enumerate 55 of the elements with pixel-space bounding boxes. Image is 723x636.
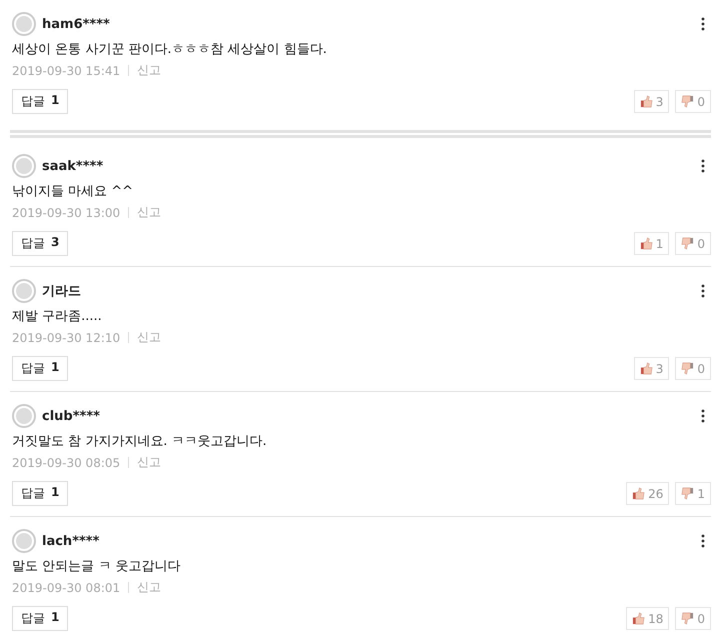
report-link[interactable]: 신고 xyxy=(137,329,162,346)
more-icon[interactable] xyxy=(701,284,705,298)
username: 기라드 xyxy=(42,283,81,300)
comment-text: 세상이 온통 사기꾼 판이다.ㅎㅎㅎ참 세상살이 힘들다. xyxy=(12,41,328,58)
comment-text: 말도 안되는글 ㅋ 웃고갑니다 xyxy=(12,558,182,575)
thumbs-down-icon xyxy=(681,612,694,625)
username: ham6**** xyxy=(42,16,110,32)
comment-date: 2019-09-30 12:10 xyxy=(12,330,120,344)
username: club**** xyxy=(42,408,100,424)
like-button[interactable]: 18 xyxy=(626,607,670,630)
comment-text: 낚이지들 마세요 ^^ xyxy=(12,183,134,200)
thumbs-down-icon xyxy=(681,95,694,108)
thumbs-down-icon xyxy=(681,237,694,250)
like-button[interactable]: 26 xyxy=(626,482,670,505)
dislike-button[interactable]: 0 xyxy=(675,232,711,255)
reply-button[interactable]: 답글 1 xyxy=(12,481,68,506)
avatar-icon xyxy=(12,279,36,303)
comment-text: 거짓말도 참 가지가지네요. ㅋㅋ웃고갑니다. xyxy=(12,433,268,450)
thumbs-up-icon xyxy=(632,487,646,500)
comment-date: 2019-09-30 13:00 xyxy=(12,206,120,220)
more-icon[interactable] xyxy=(701,534,705,548)
like-button[interactable]: 3 xyxy=(634,90,670,113)
avatar-icon xyxy=(12,404,36,428)
comment-date: 2019-09-30 08:01 xyxy=(12,580,120,594)
more-icon[interactable] xyxy=(701,17,705,31)
avatar-icon xyxy=(12,12,36,36)
comment-date: 2019-09-30 15:41 xyxy=(12,64,120,78)
reply-button[interactable]: 답글 1 xyxy=(12,356,68,381)
comment-date: 2019-09-30 08:05 xyxy=(12,456,120,470)
more-icon[interactable] xyxy=(701,409,705,423)
thumbs-down-icon xyxy=(681,362,694,375)
report-link[interactable]: 신고 xyxy=(137,454,162,471)
dislike-button[interactable]: 1 xyxy=(675,482,711,505)
comment-text: 제발 구라좀..... xyxy=(12,308,103,325)
reply-button[interactable]: 답글 3 xyxy=(12,231,68,256)
avatar-icon xyxy=(12,154,36,178)
thumbs-down-icon xyxy=(681,487,694,500)
report-link[interactable]: 신고 xyxy=(137,204,162,221)
thumbs-up-icon xyxy=(640,362,653,375)
report-link[interactable]: 신고 xyxy=(137,579,162,596)
username: lach**** xyxy=(42,534,100,548)
reply-button[interactable]: 답글 1 xyxy=(12,89,68,114)
dislike-button[interactable]: 0 xyxy=(675,607,711,630)
like-button[interactable]: 3 xyxy=(634,357,670,380)
username: saak**** xyxy=(42,158,104,174)
more-icon[interactable] xyxy=(701,159,705,173)
thumbs-up-icon xyxy=(640,237,653,250)
dislike-button[interactable]: 0 xyxy=(675,357,711,380)
like-button[interactable]: 1 xyxy=(634,232,670,255)
report-link[interactable]: 신고 xyxy=(137,62,162,79)
dislike-button[interactable]: 0 xyxy=(675,90,711,113)
reply-button[interactable]: 답글 1 xyxy=(12,606,68,631)
avatar-icon xyxy=(12,529,36,553)
thumbs-up-icon xyxy=(640,95,653,108)
thumbs-up-icon xyxy=(632,612,646,625)
